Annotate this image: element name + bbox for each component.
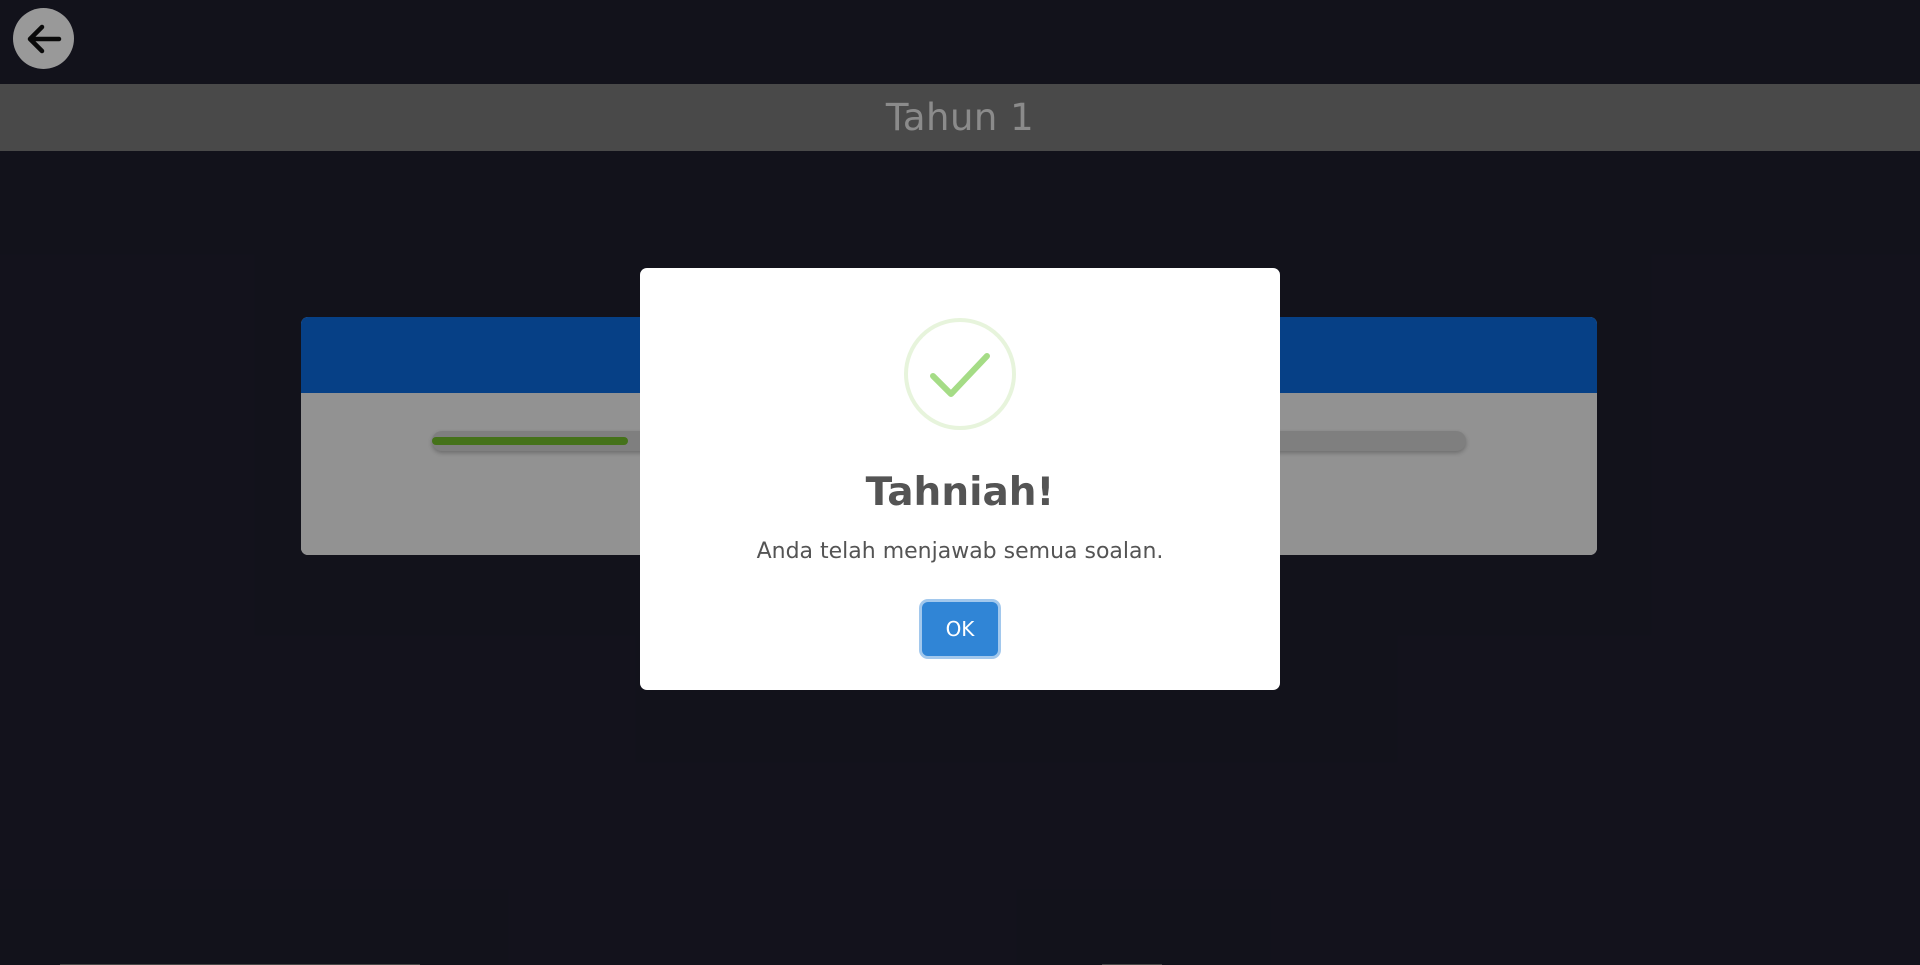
dialog-message: Anda telah menjawab semua soalan. bbox=[756, 539, 1164, 564]
success-icon-ring bbox=[904, 318, 1016, 430]
check-circle-icon bbox=[930, 353, 990, 397]
dialog-title: Tahniah! bbox=[865, 470, 1055, 515]
page: Tahun 1 Tahniah! Anda telah menjawab sem… bbox=[0, 0, 1920, 965]
success-dialog: Tahniah! Anda telah menjawab semua soala… bbox=[640, 268, 1280, 690]
ok-button[interactable]: OK bbox=[922, 602, 998, 656]
